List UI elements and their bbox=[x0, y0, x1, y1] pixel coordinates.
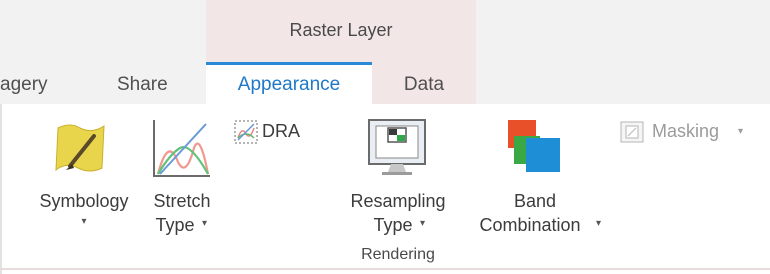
resampling-type-button[interactable]: Resampling Type ▾ bbox=[336, 110, 460, 240]
masking-button[interactable]: Masking ▾ bbox=[620, 118, 760, 148]
symbology-label: Symbology bbox=[39, 191, 129, 211]
masking-label: Masking bbox=[652, 121, 720, 141]
band-combination-button[interactable]: Band Combination ▾ bbox=[462, 110, 612, 240]
rendering-group-label: Rendering bbox=[361, 246, 435, 263]
stretch-type-button[interactable]: Stretch Type ▾ bbox=[142, 110, 222, 240]
tab-appearance[interactable]: Appearance bbox=[206, 74, 372, 96]
context-tab-label: Raster Layer bbox=[289, 20, 393, 40]
stretch-type-label-line2: Type bbox=[155, 215, 195, 235]
ribbon-divider bbox=[0, 104, 2, 274]
band-combination-icon bbox=[508, 120, 560, 172]
band-combination-label-line2: Combination bbox=[479, 215, 581, 235]
dra-icon bbox=[234, 120, 258, 144]
dra-label: DRA bbox=[262, 121, 301, 141]
dra-button[interactable]: DRA bbox=[234, 118, 320, 148]
stretch-type-label-line1: Stretch bbox=[153, 191, 211, 211]
symbology-brush-icon bbox=[55, 124, 105, 172]
symbology-button[interactable]: Symbology ▾ bbox=[22, 110, 146, 240]
tab-data[interactable]: Data bbox=[372, 74, 476, 96]
chevron-down-icon: ▾ bbox=[420, 218, 426, 229]
chevron-down-icon: ▾ bbox=[596, 218, 602, 229]
resampling-type-label-line2: Type bbox=[373, 215, 413, 235]
chevron-down-icon: ▾ bbox=[738, 126, 744, 137]
ribbon-bottom-border bbox=[0, 268, 770, 270]
masking-icon bbox=[620, 121, 644, 143]
resampling-monitor-icon bbox=[368, 119, 426, 175]
tab-imagery[interactable]: agery bbox=[0, 74, 48, 96]
band-combination-label-line1: Band bbox=[513, 191, 557, 211]
tab-share[interactable]: Share bbox=[117, 74, 168, 96]
stretch-histogram-icon bbox=[153, 120, 210, 177]
resampling-type-label-line1: Resampling bbox=[350, 191, 446, 211]
chevron-down-icon: ▾ bbox=[81, 216, 87, 227]
chevron-down-icon: ▾ bbox=[202, 218, 208, 229]
